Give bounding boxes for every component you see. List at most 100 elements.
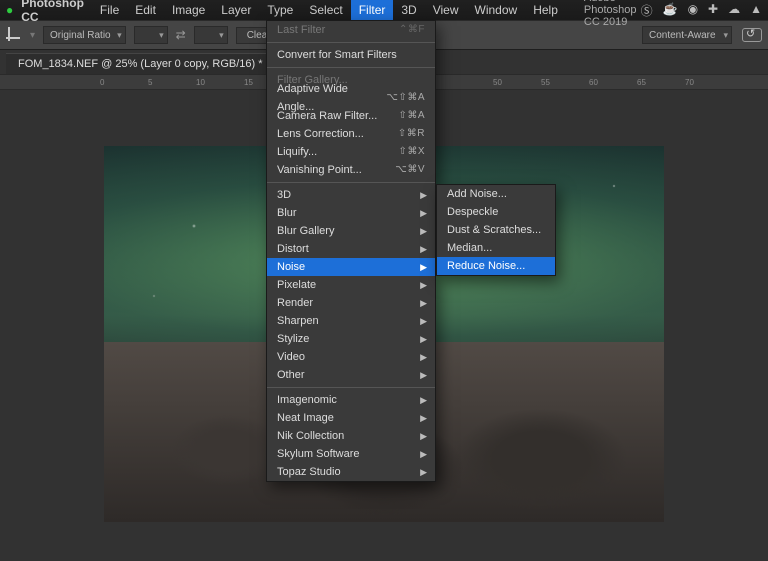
menuitem-add-noise[interactable]: Add Noise... bbox=[437, 185, 555, 203]
menuitem-reduce-noise[interactable]: Reduce Noise... bbox=[437, 257, 555, 275]
menuitem-sharpen[interactable]: Sharpen ▶ bbox=[267, 312, 435, 330]
menu-edit[interactable]: Edit bbox=[127, 0, 164, 20]
menuitem-label: Stylize bbox=[277, 330, 309, 348]
ruler-val: 10 bbox=[196, 78, 205, 87]
menuitem-label: Sharpen bbox=[277, 312, 319, 330]
menuitem-label: Render bbox=[277, 294, 313, 312]
menuitem-distort[interactable]: Distort ▶ bbox=[267, 240, 435, 258]
menuitem-3d[interactable]: 3D▶ bbox=[267, 186, 435, 204]
filter-menu-panel: Last Filter ⌃⌘F Convert for Smart Filter… bbox=[266, 20, 436, 482]
menu-select[interactable]: Select bbox=[301, 0, 350, 20]
menuitem-label: Distort bbox=[277, 240, 309, 258]
submenu-arrow-icon: ▶ bbox=[420, 409, 427, 427]
menuitem-median[interactable]: Median... bbox=[437, 239, 555, 257]
menuitem-label: Pixelate bbox=[277, 276, 316, 294]
system-menubar: ● Photoshop CC File Edit Image Layer Typ… bbox=[0, 0, 768, 20]
submenu-arrow-icon: ▶ bbox=[420, 258, 427, 276]
app-name: Photoshop CC bbox=[13, 0, 92, 24]
menuitem-dust-scratches[interactable]: Dust & Scratches... bbox=[437, 221, 555, 239]
menuitem-camera-raw-filter[interactable]: Camera Raw Filter... ⇧⌘A bbox=[267, 107, 435, 125]
menu-window[interactable]: Window bbox=[467, 0, 526, 20]
ruler-val: 50 bbox=[493, 78, 502, 87]
menuitem-liquify[interactable]: Liquify... ⇧⌘X bbox=[267, 143, 435, 161]
submenu-arrow-icon: ▶ bbox=[420, 222, 427, 240]
shortcut: ⌥⇧⌘A bbox=[386, 89, 425, 107]
menu-type[interactable]: Type bbox=[259, 0, 301, 20]
menuitem-label: Last Filter bbox=[277, 21, 325, 39]
menuitem-label: Neat Image bbox=[277, 409, 334, 427]
noise-submenu-panel: Add Noise... Despeckle Dust & Scratches.… bbox=[436, 184, 556, 276]
menuitem-label: Lens Correction... bbox=[277, 125, 364, 143]
submenu-arrow-icon: ▶ bbox=[420, 312, 427, 330]
menuitem-pixelate[interactable]: Pixelate▶ bbox=[267, 276, 435, 294]
menuitem-other[interactable]: Other▶ bbox=[267, 366, 435, 384]
menuitem-lens-correction[interactable]: Lens Correction... ⇧⌘R bbox=[267, 125, 435, 143]
ruler-val: 0 bbox=[100, 78, 104, 87]
submenu-arrow-icon: ▶ bbox=[420, 240, 427, 258]
menu-filter[interactable]: Filter bbox=[351, 0, 394, 20]
menuitem-label: Vanishing Point... bbox=[277, 161, 362, 179]
submenu-arrow-icon: ▶ bbox=[420, 330, 427, 348]
plus-icon[interactable]: ✚ bbox=[708, 2, 718, 19]
menuitem-convert-smart-filters[interactable]: Convert for Smart Filters bbox=[267, 46, 435, 64]
menuitem-topaz-studio[interactable]: Topaz Studio▶ bbox=[267, 463, 435, 481]
ruler-val: 5 bbox=[148, 78, 152, 87]
menuitem-vanishing-point[interactable]: Vanishing Point... ⌥⌘V bbox=[267, 161, 435, 179]
ruler-val: 55 bbox=[541, 78, 550, 87]
menuitem-blur[interactable]: Blur▶ bbox=[267, 204, 435, 222]
menuitem-neat-image[interactable]: Neat Image ▶ bbox=[267, 409, 435, 427]
document-tab[interactable]: FOM_1834.NEF @ 25% (Layer 0 copy, RGB/16… bbox=[6, 53, 284, 74]
swap-dimensions-icon[interactable]: ⇄ bbox=[176, 28, 186, 42]
document-tab-label: FOM_1834.NEF @ 25% (Layer 0 copy, RGB/16… bbox=[18, 58, 263, 70]
ruler-val: 15 bbox=[244, 78, 253, 87]
menuitem-skylum-software[interactable]: Skylum Software▶ bbox=[267, 445, 435, 463]
width-field[interactable] bbox=[134, 26, 168, 44]
ratio-dropdown[interactable]: Original Ratio bbox=[43, 26, 126, 44]
coffee-icon[interactable]: ☕ bbox=[663, 2, 678, 19]
shortcut: ⇧⌘A bbox=[398, 107, 425, 125]
menu-image[interactable]: Image bbox=[164, 0, 213, 20]
system-tray: Ⓢ ☕ ◉ ✚ ☁ ▲ bbox=[641, 2, 762, 19]
menuitem-label: Noise bbox=[277, 258, 305, 276]
menuitem-despeckle[interactable]: Despeckle bbox=[437, 203, 555, 221]
fill-dropdown[interactable]: Content-Aware bbox=[642, 26, 732, 44]
shortcut: ⇧⌘R bbox=[398, 125, 425, 143]
crop-tool-icon[interactable] bbox=[6, 27, 22, 43]
menu-layer[interactable]: Layer bbox=[213, 0, 259, 20]
submenu-arrow-icon: ▶ bbox=[420, 186, 427, 204]
ruler-val: 65 bbox=[637, 78, 646, 87]
menuitem-label: Other bbox=[277, 366, 305, 384]
menuitem-stylize[interactable]: Stylize ▶ bbox=[267, 330, 435, 348]
menu-help[interactable]: Help bbox=[525, 0, 566, 20]
height-field[interactable] bbox=[194, 26, 228, 44]
submenu-arrow-icon: ▶ bbox=[420, 463, 427, 481]
shortcut: ⌃⌘F bbox=[399, 21, 425, 39]
submenu-arrow-icon: ▶ bbox=[420, 391, 427, 409]
menuitem-render[interactable]: Render ▶ bbox=[267, 294, 435, 312]
menu-3d[interactable]: 3D bbox=[393, 0, 424, 20]
menu-file[interactable]: File bbox=[92, 0, 127, 20]
menuitem-blur-gallery[interactable]: Blur Gallery ▶ bbox=[267, 222, 435, 240]
menuitem-nik-collection[interactable]: Nik Collection ▶ bbox=[267, 427, 435, 445]
menuitem-label: Liquify... bbox=[277, 143, 317, 161]
submenu-arrow-icon: ▶ bbox=[420, 427, 427, 445]
menu-view[interactable]: View bbox=[425, 0, 467, 20]
menuitem-noise[interactable]: Noise ▶ bbox=[267, 258, 435, 276]
menuitem-label: Blur Gallery bbox=[277, 222, 334, 240]
shortcut: ⇧⌘X bbox=[398, 143, 425, 161]
reset-crop-icon[interactable] bbox=[742, 28, 762, 42]
ruler-val: 70 bbox=[685, 78, 694, 87]
skype-icon[interactable]: Ⓢ bbox=[641, 2, 653, 19]
menuitem-label: Camera Raw Filter... bbox=[277, 107, 377, 125]
cloud-icon[interactable]: ☁ bbox=[728, 2, 740, 19]
shortcut: ⌥⌘V bbox=[395, 161, 425, 179]
submenu-arrow-icon: ▶ bbox=[420, 445, 427, 463]
menuitem-imagenomic[interactable]: Imagenomic▶ bbox=[267, 391, 435, 409]
triangle-icon[interactable]: ▲ bbox=[750, 2, 762, 19]
menuitem-video[interactable]: Video▶ bbox=[267, 348, 435, 366]
ruler-val: 60 bbox=[589, 78, 598, 87]
menuitem-label: Nik Collection bbox=[277, 427, 344, 445]
menuitem-adaptive-wide-angle[interactable]: Adaptive Wide Angle... ⌥⇧⌘A bbox=[267, 89, 435, 107]
eye-icon[interactable]: ◉ bbox=[688, 2, 698, 19]
submenu-arrow-icon: ▶ bbox=[420, 294, 427, 312]
